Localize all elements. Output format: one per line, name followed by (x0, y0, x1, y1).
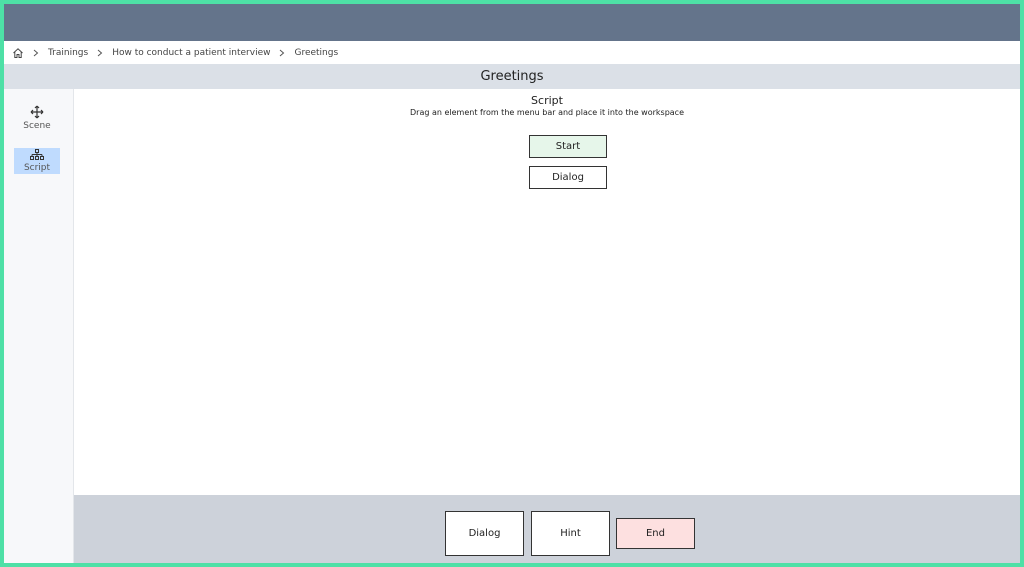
breadcrumb-item-trainings[interactable]: Trainings (48, 48, 88, 58)
breadcrumb: Trainings How to conduct a patient inter… (4, 41, 1020, 64)
page-title: Greetings (4, 64, 1020, 89)
move-icon (30, 105, 44, 119)
sidebar-item-script[interactable]: Script (14, 148, 60, 174)
app-frame: Trainings How to conduct a patient inter… (4, 4, 1020, 563)
sidebar-item-label: Scene (23, 121, 51, 131)
element-toolbar: Dialog Hint End (74, 495, 1020, 563)
chevron-right-icon (28, 48, 44, 58)
sidebar: Scene Script (4, 89, 74, 563)
home-icon[interactable] (12, 47, 24, 59)
hint-element-button[interactable]: Hint (531, 511, 610, 556)
sidebar-item-scene[interactable]: Scene (14, 105, 60, 131)
workspace-title: Script (531, 94, 563, 107)
top-bar (4, 4, 1020, 41)
breadcrumb-item-training[interactable]: How to conduct a patient interview (112, 48, 270, 58)
chevron-right-icon (92, 48, 108, 58)
chevron-right-icon (274, 48, 290, 58)
sitemap-icon (30, 149, 44, 160)
workspace[interactable]: Script Drag an element from the menu bar… (74, 89, 1020, 495)
sidebar-item-label: Script (23, 163, 51, 173)
script-node-start[interactable]: Start (529, 135, 607, 158)
script-node-dialog[interactable]: Dialog (529, 166, 607, 189)
dialog-element-button[interactable]: Dialog (445, 511, 524, 556)
workspace-instructions: Drag an element from the menu bar and pl… (410, 108, 684, 117)
end-element-button[interactable]: End (616, 518, 695, 549)
breadcrumb-item-current: Greetings (294, 47, 339, 58)
